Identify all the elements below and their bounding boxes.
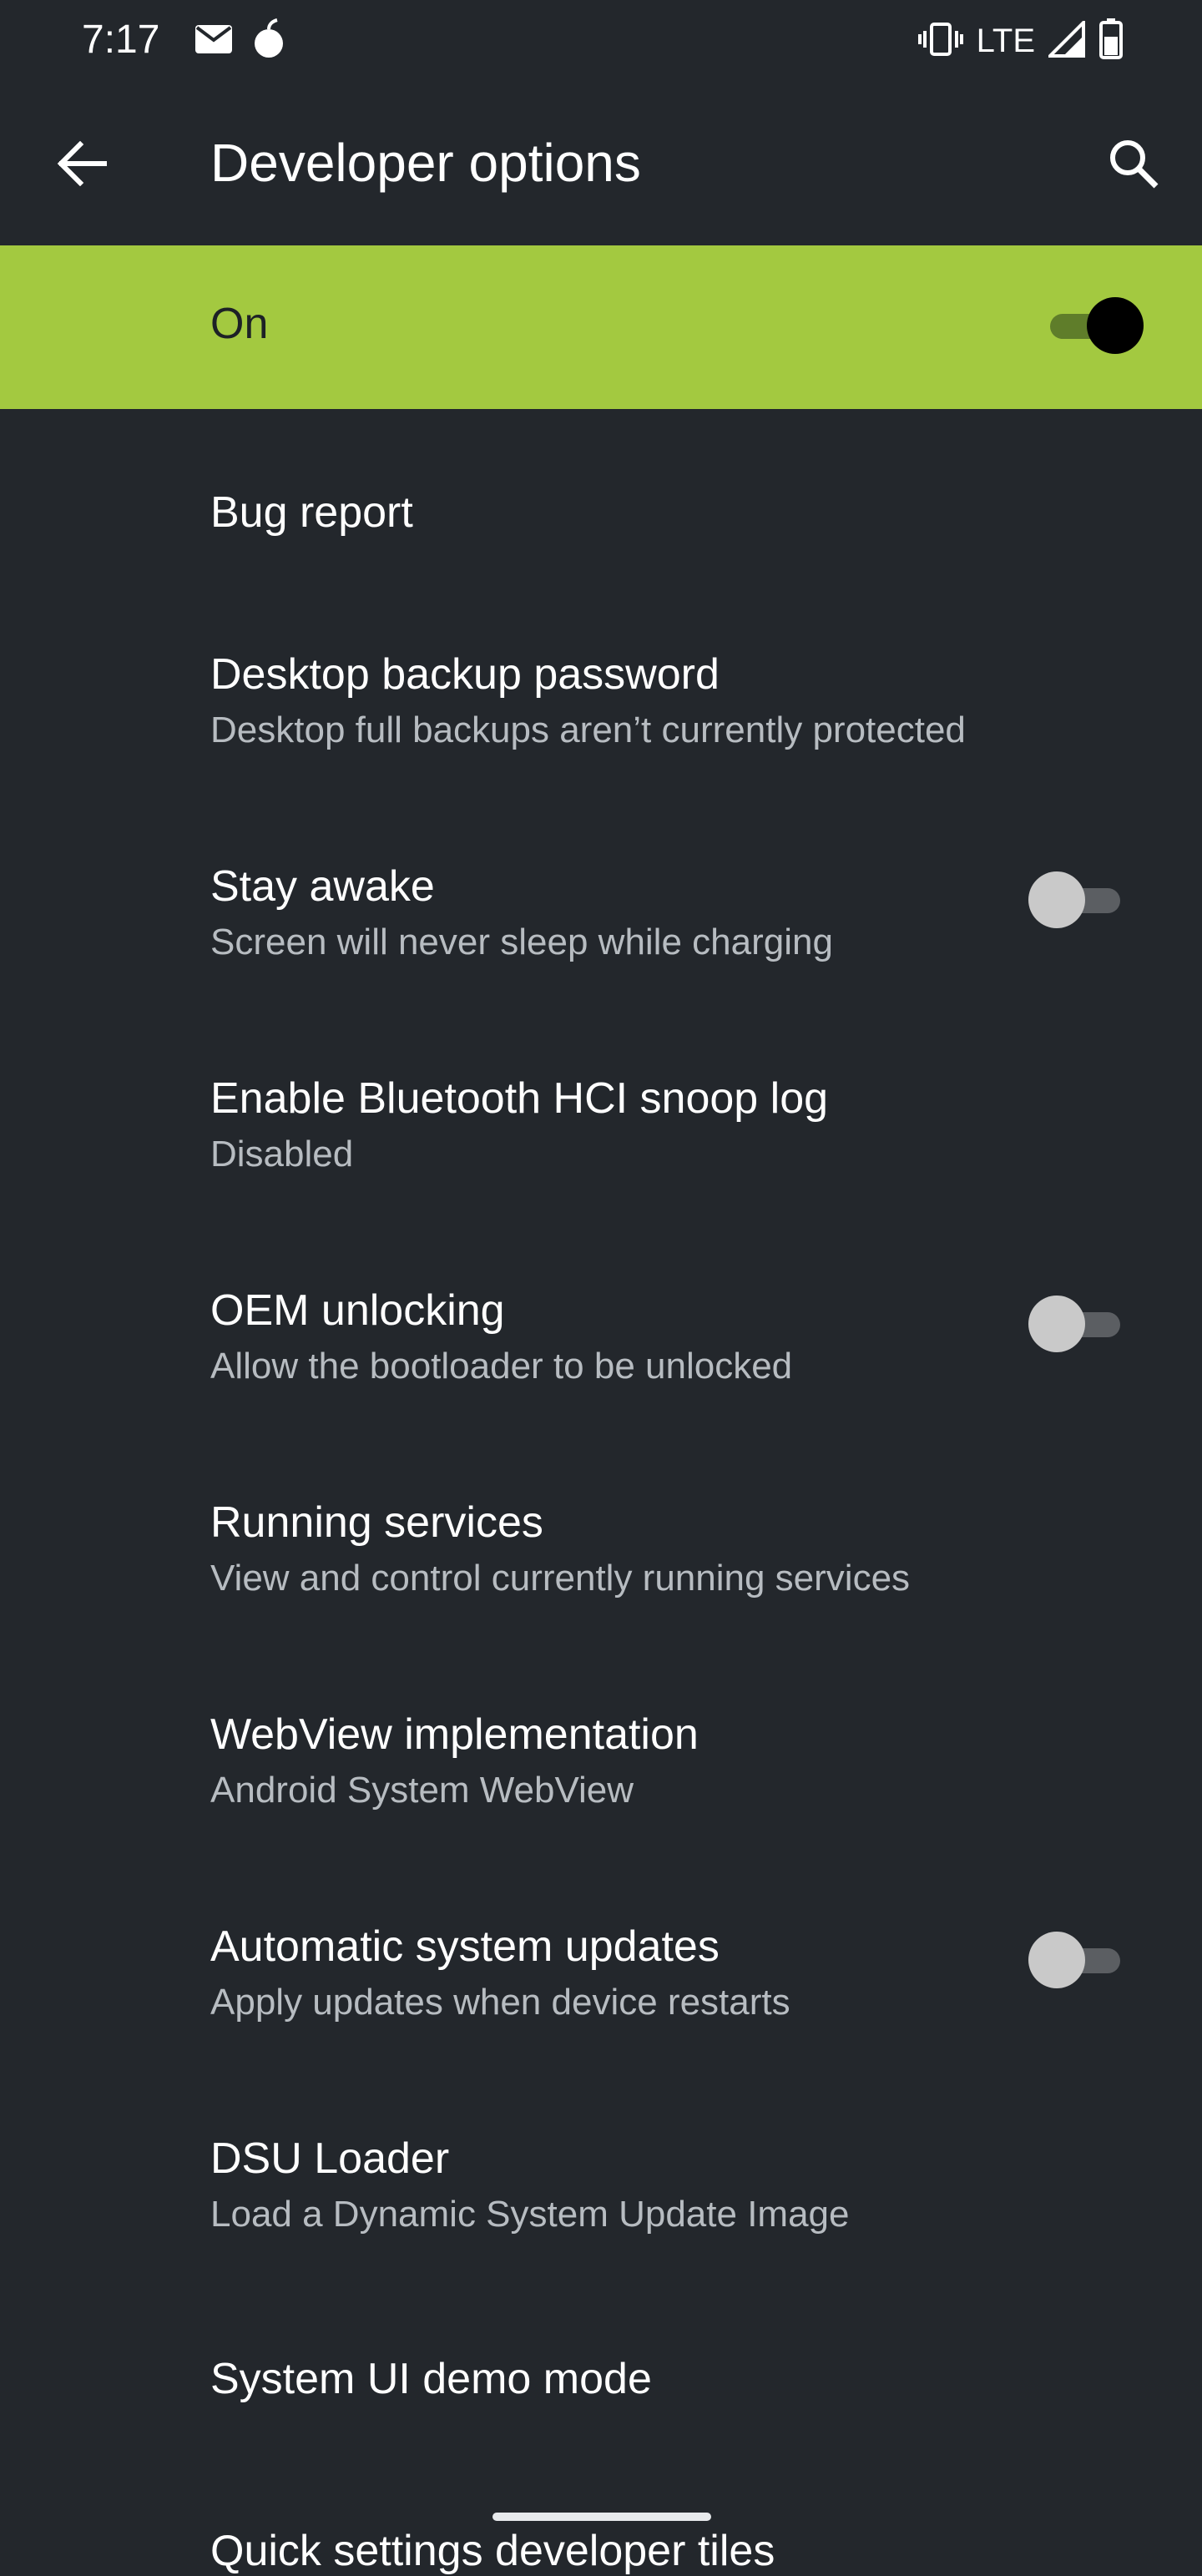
- list-item-stay-awake[interactable]: Stay awake Screen will never sleep while…: [0, 830, 1202, 1042]
- oem-unlocking-toggle[interactable]: [1028, 1292, 1125, 1356]
- list-item-desktop-backup-password[interactable]: Desktop backup password Desktop full bac…: [0, 618, 1202, 830]
- status-right: LTE: [917, 18, 1124, 64]
- item-title: OEM unlocking: [210, 1286, 505, 1335]
- item-title: System UI demo mode: [210, 2355, 652, 2403]
- list-item-oem-unlocking[interactable]: OEM unlocking Allow the bootloader to be…: [0, 1254, 1202, 1466]
- back-button[interactable]: [47, 130, 117, 200]
- vibrate-icon: [917, 21, 963, 62]
- list-item-bluetooth-hci-snoop-log[interactable]: Enable Bluetooth HCI snoop log Disabled: [0, 1042, 1202, 1254]
- search-button[interactable]: [1098, 130, 1169, 200]
- item-subtitle: Screen will never sleep while charging: [210, 922, 833, 962]
- master-switch-row[interactable]: On: [0, 245, 1202, 409]
- item-subtitle: Apply updates when device restarts: [210, 1982, 790, 2023]
- item-title: Enable Bluetooth HCI snoop log: [210, 1074, 829, 1123]
- list-item-automatic-system-updates[interactable]: Automatic system updates Apply updates w…: [0, 1890, 1202, 2102]
- status-left-icons: [194, 18, 285, 64]
- list-item-bug-report[interactable]: Bug report: [0, 409, 1202, 618]
- list-item-dsu-loader[interactable]: DSU Loader Load a Dynamic System Update …: [0, 2102, 1202, 2314]
- toggle-thumb: [1028, 871, 1085, 928]
- list-item-webview-implementation[interactable]: WebView implementation Android System We…: [0, 1678, 1202, 1890]
- navigation-handle[interactable]: [492, 2513, 711, 2521]
- page-title: Developer options: [210, 133, 641, 193]
- item-subtitle: Load a Dynamic System Update Image: [210, 2194, 850, 2235]
- item-title: WebView implementation: [210, 1710, 699, 1759]
- item-subtitle: Disabled: [210, 1134, 354, 1174]
- item-title: Quick settings developer tiles: [210, 2527, 775, 2575]
- list-item-running-services[interactable]: Running services View and control curren…: [0, 1466, 1202, 1678]
- notification-icon: [252, 18, 285, 64]
- app-bar: Developer options: [0, 83, 1202, 245]
- item-title: Bug report: [210, 488, 413, 537]
- master-toggle-thumb: [1087, 297, 1144, 354]
- item-title: Automatic system updates: [210, 1922, 720, 1971]
- list-item-system-ui-demo-mode[interactable]: System UI demo mode: [0, 2314, 1202, 2526]
- search-icon: [1108, 138, 1159, 194]
- toggle-thumb: [1028, 1296, 1085, 1352]
- mail-icon: [194, 23, 234, 59]
- item-subtitle: Desktop full backups aren’t currently pr…: [210, 710, 966, 750]
- item-title: Running services: [210, 1498, 543, 1547]
- item-title: Desktop backup password: [210, 650, 720, 699]
- back-arrow-icon: [57, 140, 108, 190]
- automatic-updates-toggle[interactable]: [1028, 1928, 1125, 1992]
- battery-icon: [1098, 18, 1124, 64]
- network-type: LTE: [976, 23, 1035, 59]
- item-title: Stay awake: [210, 862, 435, 911]
- status-bar: 7:17 LTE: [0, 0, 1202, 83]
- master-toggle[interactable]: [1043, 294, 1144, 357]
- status-time: 7:17: [82, 18, 160, 62]
- item-subtitle: Allow the bootloader to be unlocked: [210, 1346, 793, 1386]
- toggle-thumb: [1028, 1932, 1085, 1988]
- item-subtitle: Android System WebView: [210, 1770, 634, 1811]
- list-item-quick-settings-tiles[interactable]: Quick settings developer tiles: [0, 2526, 1202, 2575]
- stay-awake-toggle[interactable]: [1028, 868, 1125, 932]
- item-subtitle: View and control currently running servi…: [210, 1558, 911, 1599]
- master-switch-label: On: [210, 300, 269, 348]
- signal-icon: [1046, 18, 1085, 62]
- item-title: DSU Loader: [210, 2134, 450, 2183]
